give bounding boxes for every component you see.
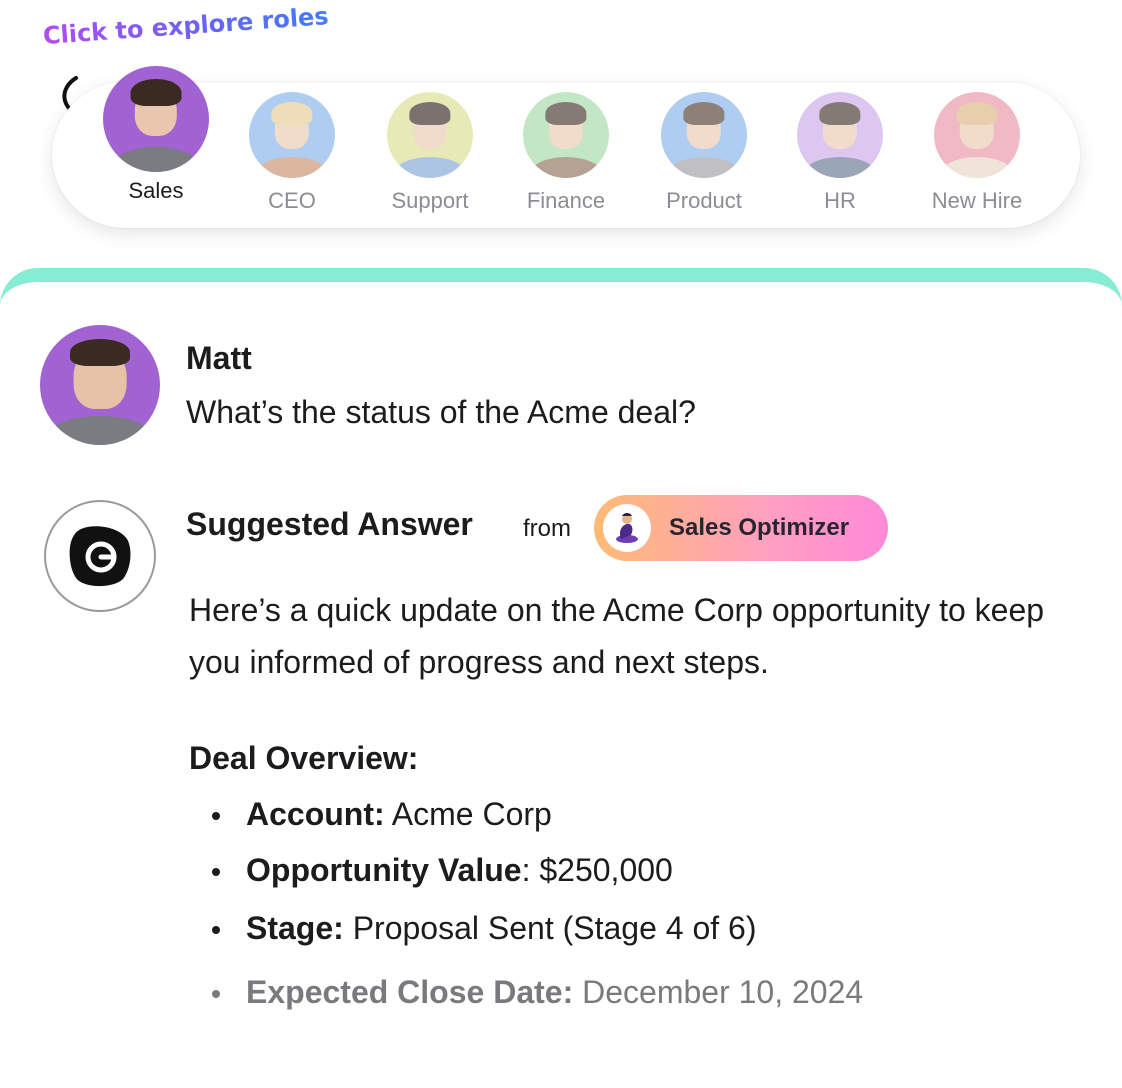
role-finance[interactable]: Finance xyxy=(501,92,631,214)
deal-overview-heading: Deal Overview: xyxy=(189,740,419,776)
assistant-avatar xyxy=(44,500,156,612)
explore-roles-hint: Click to explore roles xyxy=(42,2,330,51)
role-label: Product xyxy=(666,188,742,213)
list-item: Opportunity Value: $250,000 xyxy=(208,848,863,904)
role-product[interactable]: Product xyxy=(639,92,769,214)
role-sales[interactable]: Sales xyxy=(91,66,221,204)
role-label: New Hire xyxy=(931,188,1023,213)
from-label: from xyxy=(523,515,571,542)
new-hire-avatar xyxy=(934,92,1020,178)
role-support[interactable]: Support xyxy=(365,92,495,214)
ceo-avatar xyxy=(249,92,335,178)
list-item: Expected Close Date: December 10, 2024 xyxy=(208,970,863,1026)
finance-avatar xyxy=(523,92,609,178)
list-item: Stage: Proposal Sent (Stage 4 of 6) xyxy=(208,906,863,962)
user-name: Matt xyxy=(186,340,252,376)
role-label: Support xyxy=(391,188,469,213)
role-label: HR xyxy=(824,188,856,213)
role-label: CEO xyxy=(268,188,316,213)
sales-optimizer-agent-chip[interactable]: Sales Optimizer xyxy=(594,495,888,561)
suggested-answer-title: Suggested Answer xyxy=(186,506,473,542)
role-label: Sales xyxy=(128,178,184,203)
assistant-logo-icon xyxy=(69,526,131,587)
hr-avatar xyxy=(797,92,883,178)
deal-details-list: Account: Acme Corp Opportunity Value: $2… xyxy=(208,792,863,1026)
agent-genie-icon xyxy=(603,504,651,552)
agent-name: Sales Optimizer xyxy=(669,514,850,541)
role-label: Finance xyxy=(526,188,606,213)
sales-avatar xyxy=(103,66,209,172)
answer-intro: Here’s a quick update on the Acme Corp o… xyxy=(189,592,1045,680)
user-avatar xyxy=(40,325,160,445)
role-new-hire[interactable]: New Hire xyxy=(912,92,1042,214)
role-selector: Sales CEO Support Finance Product HR New… xyxy=(52,66,1080,228)
support-avatar xyxy=(387,92,473,178)
list-item: Account: Acme Corp xyxy=(208,792,863,848)
product-avatar xyxy=(661,92,747,178)
role-hr[interactable]: HR xyxy=(775,92,905,214)
role-ceo[interactable]: CEO xyxy=(227,92,357,214)
user-question: What’s the status of the Acme deal? xyxy=(186,394,696,430)
